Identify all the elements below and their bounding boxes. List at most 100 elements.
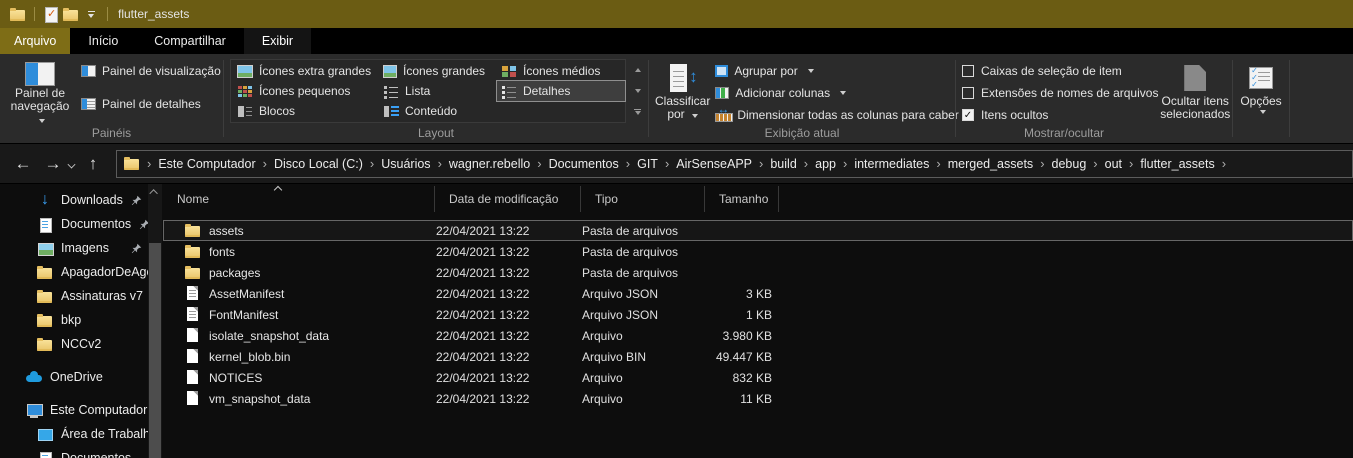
file-row[interactable]: FontManifest 22/04/2021 13:22 Arquivo JS… <box>163 304 1353 325</box>
sidebar-item[interactable]: Área de Trabalho <box>0 422 148 446</box>
sidebar-item[interactable]: NCCv2 <box>0 332 148 356</box>
sort-by-button[interactable]: Classificar por <box>655 58 710 126</box>
breadcrumb-item-wrap: GIT › <box>637 156 676 171</box>
breadcrumb-item[interactable]: AirSenseAPP <box>676 157 752 171</box>
file-row[interactable]: assets 22/04/2021 13:22 Pasta de arquivo… <box>163 220 1353 241</box>
file-row[interactable]: kernel_blob.bin 22/04/2021 13:22 Arquivo… <box>163 346 1353 367</box>
layout-option[interactable]: Ícones médios <box>497 61 625 81</box>
sidebar-item[interactable]: Assinaturas v7 <box>0 284 148 308</box>
customize-quick-access-button[interactable] <box>81 4 101 24</box>
column-header-data[interactable]: Data de modificação <box>435 186 581 212</box>
preview-pane-label: Painel de visualização <box>102 64 221 78</box>
file-row[interactable]: packages 22/04/2021 13:22 Pasta de arqui… <box>163 262 1353 283</box>
sidebar-scrollbar[interactable] <box>148 184 162 458</box>
breadcrumb-item[interactable]: out <box>1105 157 1122 171</box>
sidebar-item[interactable]: Downloads <box>0 188 148 212</box>
layout-option[interactable]: Conteúdo <box>379 101 497 121</box>
layout-option[interactable]: Ícones pequenos <box>233 81 379 101</box>
hide-selected-items-button[interactable]: Ocultar itens selecionados <box>1158 58 1232 126</box>
new-folder-button[interactable] <box>61 4 81 24</box>
list-icon <box>383 85 399 98</box>
breadcrumb-item[interactable]: merged_assets <box>948 157 1033 171</box>
sidebar-item[interactable]: ApagadorDeAge <box>0 260 148 284</box>
file-row[interactable]: NOTICES 22/04/2021 13:22 Arquivo 832 KB <box>163 367 1353 388</box>
scrollbar-thumb[interactable] <box>149 243 161 458</box>
breadcrumb-item[interactable]: flutter_assets <box>1140 157 1214 171</box>
breadcrumb-item[interactable]: GIT <box>637 157 658 171</box>
layout-option[interactable]: Ícones grandes <box>379 61 497 81</box>
view-option-button[interactable]: Dimensionar todas as colunas para caber <box>710 102 963 126</box>
gallery-scroll-up-button[interactable] <box>630 59 645 80</box>
navigation-pane-label: Painel de navegação <box>10 86 70 113</box>
ribbon-checkbox[interactable]: ✓ Itens ocultos <box>962 104 1158 126</box>
breadcrumb-item[interactable]: Este Computador <box>158 157 255 171</box>
sidebar-item[interactable]: Documentos <box>0 212 148 236</box>
sidebar-item-label: Documentos <box>61 451 132 458</box>
breadcrumb-item[interactable]: wagner.rebello <box>449 157 530 171</box>
sidebar-item[interactable]: Imagens <box>0 236 148 260</box>
layout-option[interactable]: Detalhes <box>496 80 626 102</box>
layout-option-label: Ícones grandes <box>403 64 486 78</box>
breadcrumb-item[interactable]: build <box>770 157 796 171</box>
column-header-nome[interactable]: Nome <box>163 186 435 212</box>
sidebar-item[interactable]: Este Computador <box>0 398 148 422</box>
layout-option[interactable]: Ícones extra grandes <box>233 61 379 81</box>
tab-exibir[interactable]: Exibir <box>243 28 312 54</box>
gallery-more-button[interactable] <box>630 102 645 123</box>
scroll-up-arrow-icon[interactable] <box>148 186 162 198</box>
navigation-pane-button[interactable]: Painel de navegação <box>8 58 72 126</box>
view-option-button[interactable]: Agrupar por <box>710 60 963 82</box>
view-option-button[interactable]: Adicionar colunas <box>710 82 963 104</box>
preview-pane-button[interactable]: Painel de visualização <box>76 60 226 82</box>
recent-locations-chevron-icon[interactable] <box>68 160 76 168</box>
breadcrumb-item[interactable]: Usuários <box>381 157 430 171</box>
folder-icon <box>37 313 53 328</box>
sort-by-label: Classificar por <box>655 94 711 121</box>
tab-arquivo[interactable]: Arquivo <box>0 28 71 54</box>
gallery-scroll-down-button[interactable] <box>630 80 645 101</box>
tab-compartilhar[interactable]: Compartilhar <box>136 28 244 54</box>
file-row[interactable]: isolate_snapshot_data 22/04/2021 13:22 A… <box>163 325 1353 346</box>
layout-option[interactable]: Blocos <box>233 101 379 121</box>
ribbon-tabstrip: Arquivo Início Compartilhar Exibir <box>0 28 1353 54</box>
ribbon-group-exibicao-atual: Classificar por Agrupar por Adicionar co… <box>649 54 959 143</box>
sidebar-item-label: NCCv2 <box>61 337 102 351</box>
layout-option[interactable]: Lista <box>379 81 497 101</box>
sidebar-item[interactable]: bkp <box>0 308 148 332</box>
details-pane-button[interactable]: Painel de detalhes <box>76 93 226 115</box>
folder-icon <box>185 223 201 238</box>
back-button[interactable]: ← <box>8 154 38 174</box>
file-row[interactable]: fonts 22/04/2021 13:22 Pasta de arquivos <box>163 241 1353 262</box>
ribbon-checkbox[interactable]: ✓ Extensões de nomes de arquivos <box>962 82 1158 104</box>
options-button[interactable]: Opções <box>1233 58 1289 126</box>
file-icon <box>185 391 201 406</box>
breadcrumb-item[interactable]: Documentos <box>549 157 619 171</box>
column-header-tamanho[interactable]: Tamanho <box>705 186 779 212</box>
file-date: 22/04/2021 13:22 <box>436 307 530 322</box>
properties-button[interactable] <box>41 4 61 24</box>
sidebar-item[interactable]: Documentos <box>0 446 148 458</box>
folder-shortcut-button[interactable] <box>8 4 28 24</box>
breadcrumb-item[interactable]: intermediates <box>854 157 929 171</box>
forward-button[interactable]: → <box>38 154 68 174</box>
breadcrumb-separator: › <box>369 156 375 171</box>
breadcrumb-item[interactable]: Disco Local (C:) <box>274 157 363 171</box>
file-lines-icon <box>185 307 201 322</box>
breadcrumb-item[interactable]: debug <box>1052 157 1087 171</box>
column-header-tipo[interactable]: Tipo <box>581 186 705 212</box>
file-row[interactable]: AssetManifest 22/04/2021 13:22 Arquivo J… <box>163 283 1353 304</box>
file-row[interactable]: vm_snapshot_data 22/04/2021 13:22 Arquiv… <box>163 388 1353 409</box>
sidebar-item-label: Assinaturas v7 <box>61 289 143 303</box>
file-icon <box>185 328 201 343</box>
chevron-down-icon <box>692 114 699 118</box>
ribbon-checkbox[interactable]: ✓ Caixas de seleção de item <box>962 60 1158 82</box>
sidebar-item[interactable]: OneDrive <box>0 365 148 389</box>
breadcrumb-item[interactable]: app <box>815 157 836 171</box>
tab-inicio[interactable]: Início <box>70 28 136 54</box>
up-button[interactable]: ↑ <box>78 154 108 174</box>
layout-gallery: Ícones extra grandes Ícones grandes Ícon… <box>230 59 626 123</box>
fit-icon <box>715 102 734 122</box>
file-name: kernel_blob.bin <box>209 349 291 364</box>
address-bar[interactable]: › Este Computador › Disco Local (C:) › U… <box>116 149 1353 178</box>
file-size: 3 KB <box>745 286 772 301</box>
